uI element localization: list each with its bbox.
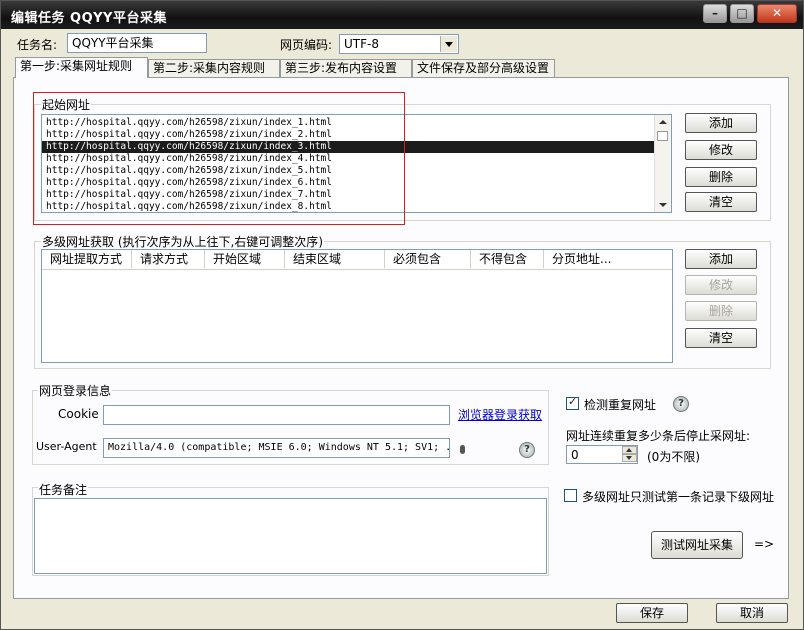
- close-button[interactable]: ✕: [757, 4, 797, 23]
- help-icon[interactable]: ?: [673, 396, 689, 412]
- multi-level-clear-button[interactable]: 清空: [685, 328, 757, 348]
- stop-after-duplicates-label: 网址连续重复多少条后停止采网址:: [566, 429, 751, 443]
- browser-login-link[interactable]: 浏览器登录获取: [458, 406, 542, 423]
- multi-level-add-button[interactable]: 添加: [685, 249, 757, 269]
- task-name-label: 任务名:: [17, 38, 58, 52]
- column-header[interactable]: 结束区域: [285, 250, 385, 268]
- task-notes-title: 任务备注: [38, 481, 89, 498]
- column-header[interactable]: 网址提取方式: [42, 250, 132, 268]
- stepper[interactable]: [622, 446, 637, 463]
- multi-level-delete-button[interactable]: 删除: [685, 301, 757, 321]
- chevron-down-icon[interactable]: [440, 36, 457, 52]
- maximize-button[interactable]: □: [730, 4, 754, 23]
- stop-after-duplicates-hint: (0为不限): [647, 450, 700, 464]
- scroll-up-icon[interactable]: [659, 120, 667, 124]
- stepper-down-icon[interactable]: [622, 454, 637, 462]
- window-title: 编辑任务 QQYY平台采集: [11, 11, 167, 26]
- tab-step1-url-rules[interactable]: 第一步:采集网址规则: [15, 57, 148, 78]
- maximize-icon: □: [736, 6, 748, 20]
- column-header[interactable]: 必须包含: [385, 250, 471, 268]
- help-icon[interactable]: ?: [519, 442, 535, 458]
- column-header[interactable]: 开始区域: [205, 250, 285, 268]
- stop-after-duplicates-value: 0: [571, 448, 579, 462]
- user-agent-input[interactable]: Mozilla/4.0 (compatible; MSIE 6.0; Windo…: [103, 438, 450, 458]
- cookie-label: Cookie: [58, 407, 99, 421]
- column-header[interactable]: 分页地址...: [544, 250, 672, 268]
- user-agent-label: User-Agent: [36, 440, 97, 453]
- test-arrow-indicator: =>: [754, 537, 775, 551]
- tab-step2-content-rules[interactable]: 第二步:采集内容规则: [148, 59, 280, 77]
- close-icon: ✕: [771, 6, 783, 20]
- check-duplicate-label: 检测重复网址: [584, 398, 657, 412]
- task-name-input[interactable]: QQYY平台采集: [67, 33, 207, 53]
- task-notes-textarea[interactable]: [34, 498, 547, 574]
- save-button[interactable]: 保存: [616, 603, 688, 623]
- column-header[interactable]: 不得包含: [471, 250, 544, 268]
- test-url-collect-button[interactable]: 测试网址采集: [651, 531, 743, 559]
- table-header: 网址提取方式 请求方式 开始区域 结束区域 必须包含 不得包含 分页地址...: [42, 250, 672, 270]
- cancel-button[interactable]: 取消: [716, 603, 788, 623]
- check-duplicate-checkbox[interactable]: [566, 395, 579, 410]
- scroll-thumb[interactable]: [657, 131, 668, 141]
- start-urls-scrollbar[interactable]: [654, 115, 671, 212]
- scroll-down-icon[interactable]: [659, 203, 667, 207]
- login-info-title: 网页登录信息: [38, 382, 113, 399]
- encoding-value: UTF-8: [344, 37, 379, 51]
- tab-step3-publish[interactable]: 第三步:发布内容设置: [280, 59, 412, 77]
- multi-level-table[interactable]: 网址提取方式 请求方式 开始区域 结束区域 必须包含 不得包含 分页地址...: [41, 249, 673, 363]
- only-first-record-checkbox[interactable]: [564, 489, 577, 502]
- tab-file-save-advanced[interactable]: 文件保存及部分高级设置: [412, 59, 555, 77]
- start-url-add-button[interactable]: 添加: [685, 113, 757, 133]
- multi-level-edit-button[interactable]: 修改: [685, 275, 757, 295]
- minimize-icon: –: [712, 6, 718, 20]
- encoding-select[interactable]: UTF-8: [339, 34, 459, 54]
- start-url-edit-button[interactable]: 修改: [685, 140, 757, 160]
- stepper-up-icon[interactable]: [622, 446, 637, 454]
- only-first-record-label: 多级网址只测试第一条记录下级网址: [582, 490, 775, 504]
- title-bar[interactable]: 编辑任务 QQYY平台采集 – □ ✕: [1, 1, 803, 29]
- user-agent-picker-icon[interactable]: [460, 445, 465, 454]
- highlight-annotation: [33, 92, 405, 225]
- start-url-delete-button[interactable]: 删除: [685, 167, 757, 187]
- minimize-button[interactable]: –: [703, 4, 727, 23]
- encoding-label: 网页编码:: [280, 38, 333, 52]
- stop-after-duplicates-input[interactable]: 0: [566, 445, 638, 464]
- column-header[interactable]: 请求方式: [132, 250, 205, 268]
- cookie-input[interactable]: [103, 405, 450, 425]
- edit-task-window: 编辑任务 QQYY平台采集 – □ ✕ 任务名: QQYY平台采集 网页编码: …: [0, 0, 804, 630]
- start-url-clear-button[interactable]: 清空: [685, 192, 757, 212]
- multi-level-title: 多级网址获取 (执行次序为从上往下,右键可调整次序): [41, 233, 324, 250]
